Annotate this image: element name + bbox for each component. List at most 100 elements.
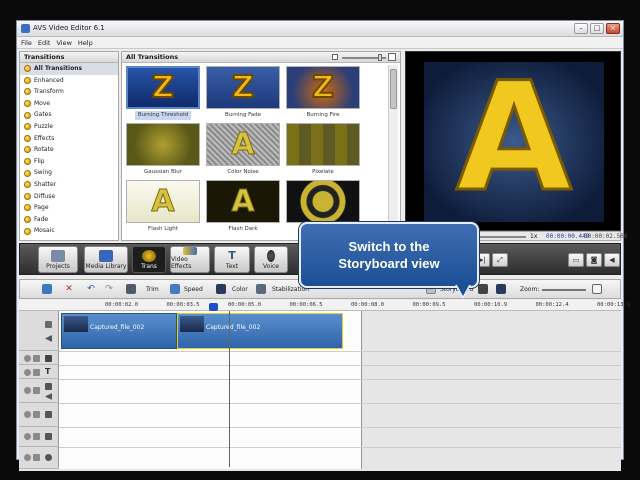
category-item[interactable]: Rotate [20,144,118,156]
transitions-button[interactable]: Trans [132,246,166,273]
trim-icon[interactable] [126,284,136,294]
transition-thumbnail[interactable]: Gaussian Blur [125,123,201,178]
text-track-icon: T [45,367,51,376]
clip-label: Captured_file_002 [90,324,145,331]
category-item[interactable]: Shatter [20,179,118,191]
menu-view[interactable]: View [56,37,71,48]
visibility-icon[interactable] [24,411,31,418]
playhead-marker[interactable] [209,303,218,311]
trim-label[interactable]: Trim [146,286,159,293]
transition-thumbnail[interactable]: Pixelate [285,123,361,178]
category-item[interactable]: Flip [20,156,118,168]
maximize-button[interactable]: □ [590,23,604,34]
zoom-label: Zoom: [520,286,540,293]
cut-icon[interactable] [42,284,52,294]
lock-icon[interactable] [33,369,40,376]
overlay-track-header [19,379,59,403]
menu-file[interactable]: File [21,37,32,48]
category-label: Flip [34,157,45,165]
zoom-small-icon[interactable] [332,54,338,60]
lock-icon[interactable] [33,411,40,418]
timeline-zoom-slider[interactable] [542,289,586,291]
transition-thumbnail[interactable]: A Flash Light [125,180,201,235]
category-item[interactable]: Enhanced [20,75,118,87]
menu-edit[interactable]: Edit [38,37,51,48]
audio-speaker-icon[interactable] [45,335,52,342]
overlay-speaker-icon[interactable] [45,393,52,400]
visibility-icon[interactable] [24,454,31,461]
thumbnail-scrollbar[interactable] [388,65,398,237]
category-item[interactable]: Move [20,98,118,110]
category-icon [24,146,31,154]
monitor-icon[interactable]: ▭ [568,253,584,267]
category-item[interactable]: Effects [20,133,118,145]
redo-icon[interactable]: ↷ [104,284,114,294]
transition-thumbnail[interactable]: A Color Noise [205,123,281,178]
stabilization-icon[interactable] [256,284,266,294]
fit-timeline-icon[interactable] [592,284,602,294]
category-icon [24,111,31,119]
category-item[interactable]: Puzzle [20,121,118,133]
audio-settings-icon[interactable] [478,284,488,294]
thumbnail-glyph: Z [231,69,255,106]
thumbnail-header: All Transitions [122,52,400,63]
title-bar[interactable]: AVS Video Editor 6.1 – □ × [17,21,623,37]
color-icon[interactable] [216,284,226,294]
minimize-button[interactable]: – [574,23,588,34]
speed-label[interactable]: Speed [184,286,203,293]
category-item[interactable]: Transform [20,86,118,98]
display-mode-icon[interactable] [496,284,506,294]
menu-help[interactable]: Help [78,37,93,48]
video-clip[interactable]: Captured_file_002 [177,313,343,349]
transition-thumbnail[interactable]: A Flash Dark [205,180,281,235]
audio-track-header [19,403,59,427]
ruler-tick-label: 00:00:06.5 [289,302,323,308]
volume-icon[interactable]: ◀ [604,253,620,267]
color-label[interactable]: Color [232,286,248,293]
category-item[interactable]: Fade [20,214,118,226]
category-item[interactable]: Gates [20,109,118,121]
video-effects-button[interactable]: Video Effects [170,246,210,273]
lock-icon[interactable] [33,454,40,461]
undo-icon[interactable]: ↶ [86,284,96,294]
total-time: 00:00:02.500 [584,233,628,240]
transition-thumbnail[interactable]: Z Burning Threshold [125,66,201,121]
playback-speed[interactable]: 1x [530,233,537,240]
category-item[interactable]: Swing [20,167,118,179]
category-label: Swing [34,169,52,177]
zoom-large-icon[interactable] [388,53,396,61]
ruler-tick-label: 00:00:12.4 [535,302,569,308]
category-icon [24,88,31,96]
visibility-icon[interactable] [24,387,31,394]
lock-icon[interactable] [33,387,40,394]
transition-thumbnail[interactable]: Z Burning Fade [205,66,281,121]
visibility-icon[interactable] [24,355,31,362]
lock-icon[interactable] [33,355,40,362]
category-label: Fade [34,215,49,223]
speed-icon[interactable] [170,284,180,294]
category-icon [24,216,31,224]
category-item[interactable]: Mosaic [20,225,118,237]
delete-icon[interactable]: ✕ [64,284,74,294]
category-item[interactable]: All Transitions [20,63,118,75]
playhead-line[interactable] [229,311,230,467]
projects-button[interactable]: Projects [38,246,78,273]
category-item[interactable]: Diffuse [20,191,118,203]
transition-thumbnail[interactable]: Z Burning Fire [285,66,361,121]
timeline-ruler[interactable]: 00:00:02.0 00:00:03.5 00:00:05.0 00:00:06.5… [19,300,630,311]
lock-icon[interactable] [33,433,40,440]
category-item[interactable]: Page [20,202,118,214]
fullscreen-icon[interactable]: ⤢ [492,253,508,267]
ruler-tick-label: 00:00:08.0 [351,302,385,308]
video-preview[interactable]: A [405,51,621,231]
visibility-icon[interactable] [24,433,31,440]
snapshot-icon[interactable]: ◙ [586,253,602,267]
close-button[interactable]: × [606,23,620,34]
scrollbar-thumb[interactable] [390,69,397,109]
visibility-icon[interactable] [24,369,31,376]
text-button[interactable]: T Text [214,246,250,273]
media-library-button[interactable]: Media Library [84,246,128,273]
video-clip[interactable]: Captured_file_002 [61,313,177,349]
thumbnail-zoom-knob[interactable] [378,54,382,61]
voice-button[interactable]: Voice [254,246,288,273]
